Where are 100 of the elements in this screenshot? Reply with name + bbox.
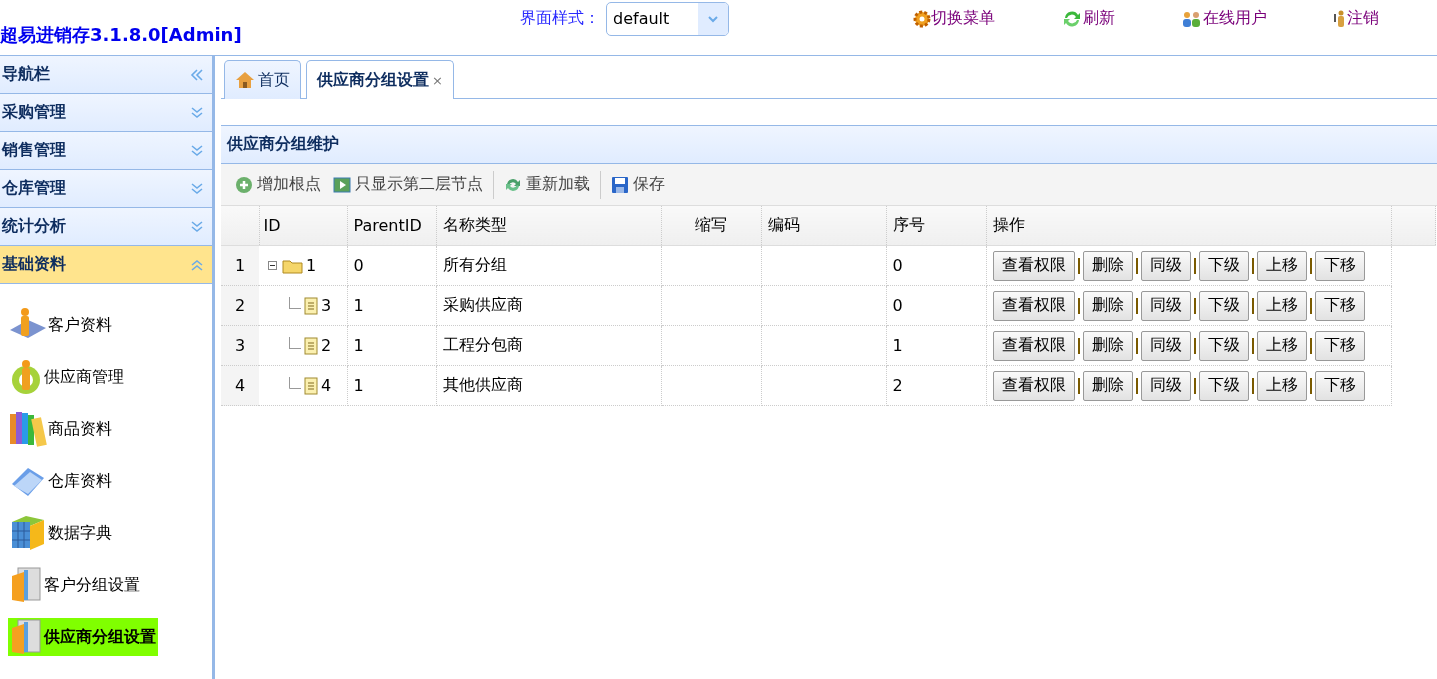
nav-title: 导航栏	[2, 64, 50, 85]
row-action-button[interactable]: 下移	[1314, 290, 1365, 321]
document-icon	[303, 336, 319, 355]
row-action-button[interactable]: 查看权限	[992, 330, 1075, 361]
table-cell: 0	[892, 256, 903, 275]
tree-node-id: 3	[321, 296, 332, 315]
tab[interactable]: 供应商分组设置 ×	[306, 60, 454, 99]
table-cell: 1	[353, 296, 364, 315]
home-icon	[235, 71, 255, 89]
toolbar-button[interactable]: 只显示第二层节点	[327, 169, 489, 200]
row-number: 2	[234, 296, 246, 315]
table-cell: 工程分包商	[442, 335, 523, 354]
nav-item[interactable]: 客户分组设置	[8, 566, 142, 604]
table-cell: 0	[892, 296, 903, 315]
row-action-button[interactable]: 查看权限	[992, 370, 1075, 401]
tree-node-id: 1	[306, 256, 317, 275]
row-action-button[interactable]: 下级	[1198, 290, 1249, 321]
row-action-button[interactable]: 同级	[1140, 370, 1191, 401]
person-icon	[1333, 9, 1347, 28]
row-action-button[interactable]: 下移	[1314, 330, 1365, 361]
row-number: 3	[234, 336, 246, 355]
row-action-button[interactable]: 上移	[1256, 290, 1307, 321]
nav-section-label: 统计分析	[2, 216, 66, 237]
double-chevron-down-icon	[190, 143, 204, 158]
toolbar-button[interactable]: 保存	[605, 169, 671, 200]
row-action-button[interactable]: 上移	[1256, 330, 1307, 361]
books-icon	[8, 410, 48, 448]
double-chevron-down-icon	[190, 181, 204, 196]
row-number: 1	[234, 256, 246, 275]
style-select[interactable]: default	[606, 1, 729, 36]
collapse-icon	[190, 67, 204, 82]
nav-item[interactable]: 商品资料	[8, 410, 114, 448]
toolbar-button[interactable]: 增加根点	[229, 169, 327, 200]
row-action-button[interactable]: 同级	[1140, 330, 1191, 361]
nav-item[interactable]: 供应商分组设置	[8, 618, 158, 656]
table-cell: 1	[353, 376, 364, 395]
double-chevron-down-icon	[190, 105, 204, 120]
row-action-button[interactable]: 上移	[1256, 250, 1307, 281]
header-link[interactable]: 刷新	[1061, 7, 1115, 30]
column-header: 操作	[992, 215, 1025, 234]
gear-icon	[913, 9, 931, 28]
row-number: 4	[234, 376, 246, 395]
table-cell: 采购供应商	[442, 295, 523, 314]
nav-section-label: 采购管理	[2, 102, 66, 123]
close-icon[interactable]: ×	[432, 72, 443, 88]
tree-node-id: 4	[321, 376, 332, 395]
row-action-button[interactable]: 下移	[1314, 250, 1365, 281]
row-action-button[interactable]: 删除	[1082, 330, 1133, 361]
nav-item[interactable]: 客户资料	[8, 306, 114, 344]
column-header: 名称类型	[442, 215, 507, 234]
header-link[interactable]: 在线用户	[1181, 7, 1267, 30]
column-header: 序号	[892, 215, 925, 234]
save-icon	[611, 175, 629, 194]
column-header: 缩写	[695, 215, 727, 234]
document-icon	[303, 376, 319, 395]
table-cell: 所有分组	[442, 255, 507, 274]
nav-item[interactable]: 仓库资料	[8, 462, 114, 500]
table-cell: 1	[353, 336, 364, 355]
row-action-button[interactable]: 下移	[1314, 370, 1365, 401]
tree-line-icon	[289, 376, 301, 389]
column-header: ID	[263, 216, 281, 235]
row-action-button[interactable]: 同级	[1140, 250, 1191, 281]
tree-line-icon	[289, 336, 301, 349]
nav-section[interactable]: 基础资料	[0, 246, 212, 284]
app-title: 超易进销存3.1.8.0[Admin]	[0, 22, 243, 47]
nav-section-label: 销售管理	[2, 140, 66, 161]
style-label: 界面样式：	[520, 8, 600, 29]
row-action-button[interactable]: 下级	[1198, 330, 1249, 361]
panel-title: 供应商分组维护	[221, 126, 1437, 164]
tab[interactable]: 首页	[224, 60, 301, 99]
nav-section-label: 基础资料	[2, 254, 66, 275]
nav-section[interactable]: 销售管理	[0, 132, 212, 170]
row-action-button[interactable]: 同级	[1140, 290, 1191, 321]
double-chevron-down-icon	[190, 219, 204, 234]
table-cell: 其他供应商	[442, 375, 523, 394]
play-icon	[333, 175, 351, 194]
column-header: 编码	[767, 215, 800, 234]
row-action-button[interactable]: 删除	[1082, 250, 1133, 281]
row-action-button[interactable]: 查看权限	[992, 290, 1075, 321]
row-action-button[interactable]: 下级	[1198, 250, 1249, 281]
row-action-button[interactable]: 下级	[1198, 370, 1249, 401]
row-action-button[interactable]: 删除	[1082, 370, 1133, 401]
header-link[interactable]: 注销	[1333, 7, 1379, 30]
row-action-button[interactable]: 删除	[1082, 290, 1133, 321]
toolbar-button[interactable]: 重新加载	[498, 169, 596, 200]
document-icon	[303, 296, 319, 315]
nav-section-label: 仓库管理	[2, 178, 66, 199]
table-cell: 0	[353, 256, 364, 275]
nav-section[interactable]: 采购管理	[0, 94, 212, 132]
nav-item[interactable]: 供应商管理	[8, 358, 126, 396]
table-cell: 1	[892, 336, 903, 355]
header-link[interactable]: 切换菜单	[913, 7, 995, 30]
nav-section[interactable]: 仓库管理	[0, 170, 212, 208]
row-action-button[interactable]: 查看权限	[992, 250, 1075, 281]
table-cell: 2	[892, 376, 903, 395]
nav-item[interactable]: 数据字典	[8, 514, 114, 552]
double-chevron-up-icon	[190, 257, 204, 272]
row-action-button[interactable]: 上移	[1256, 370, 1307, 401]
add-icon	[235, 175, 253, 194]
nav-section[interactable]: 统计分析	[0, 208, 212, 246]
